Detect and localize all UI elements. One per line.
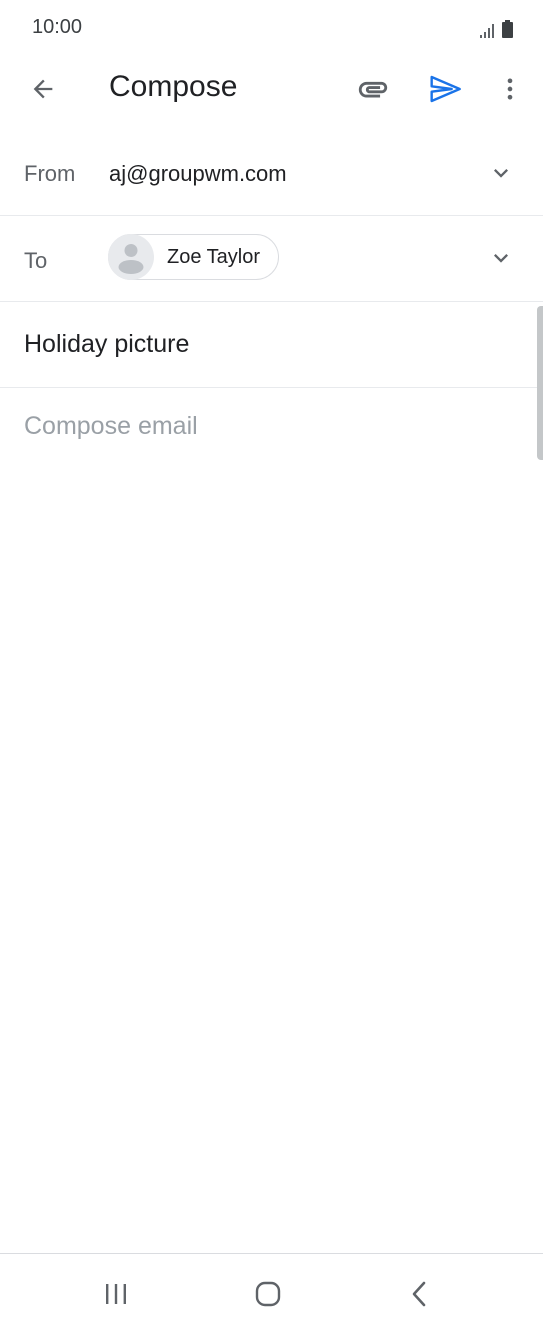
status-time: 10:00	[32, 16, 83, 38]
paperclip-icon	[358, 81, 388, 98]
body-placeholder: Compose email	[24, 412, 198, 440]
status-icons	[480, 18, 513, 38]
recent-apps-icon	[106, 1284, 126, 1304]
send-icon	[430, 75, 461, 103]
to-row[interactable]: To Zoe Taylor	[0, 216, 543, 302]
home-button[interactable]	[248, 1274, 288, 1314]
attach-button[interactable]	[352, 68, 394, 110]
recipient-name: Zoe Taylor	[167, 245, 261, 268]
from-label: From	[24, 161, 76, 186]
battery-icon	[502, 20, 513, 38]
page-title: Compose	[109, 70, 238, 103]
more-vertical-icon	[507, 78, 513, 100]
compose-toolbar: Compose	[0, 56, 543, 122]
status-bar: 10:00	[0, 0, 543, 56]
back-button[interactable]	[22, 68, 64, 110]
to-label: To	[24, 248, 48, 273]
subject-text[interactable]: Holiday picture	[24, 330, 189, 359]
compose-body[interactable]: Compose email	[0, 388, 543, 1252]
recent-apps-button[interactable]	[96, 1274, 136, 1314]
scroll-handle[interactable]	[537, 306, 543, 460]
home-icon	[255, 1281, 281, 1307]
system-back-button[interactable]	[400, 1274, 440, 1314]
system-navigation-bar	[0, 1253, 543, 1326]
chevron-down-icon	[494, 254, 508, 263]
chevron-left-icon	[412, 1281, 426, 1307]
chevron-down-icon	[494, 169, 508, 178]
arrow-left-icon	[33, 79, 53, 99]
recipient-chip[interactable]: Zoe Taylor	[108, 234, 280, 280]
subject-field[interactable]: Holiday picture	[0, 302, 543, 388]
avatar	[108, 234, 154, 280]
send-button[interactable]	[424, 68, 466, 110]
compose-screen: 10:00 Compose From aj@groupwm.com To Zoe…	[0, 0, 543, 1326]
to-expand-button[interactable]	[485, 242, 517, 274]
person-icon	[118, 244, 144, 274]
more-options-button[interactable]	[490, 68, 530, 110]
from-account[interactable]: aj@groupwm.com	[109, 161, 287, 187]
signal-icon	[480, 24, 494, 38]
from-row[interactable]: From aj@groupwm.com	[0, 132, 543, 216]
from-expand-button[interactable]	[485, 157, 517, 189]
